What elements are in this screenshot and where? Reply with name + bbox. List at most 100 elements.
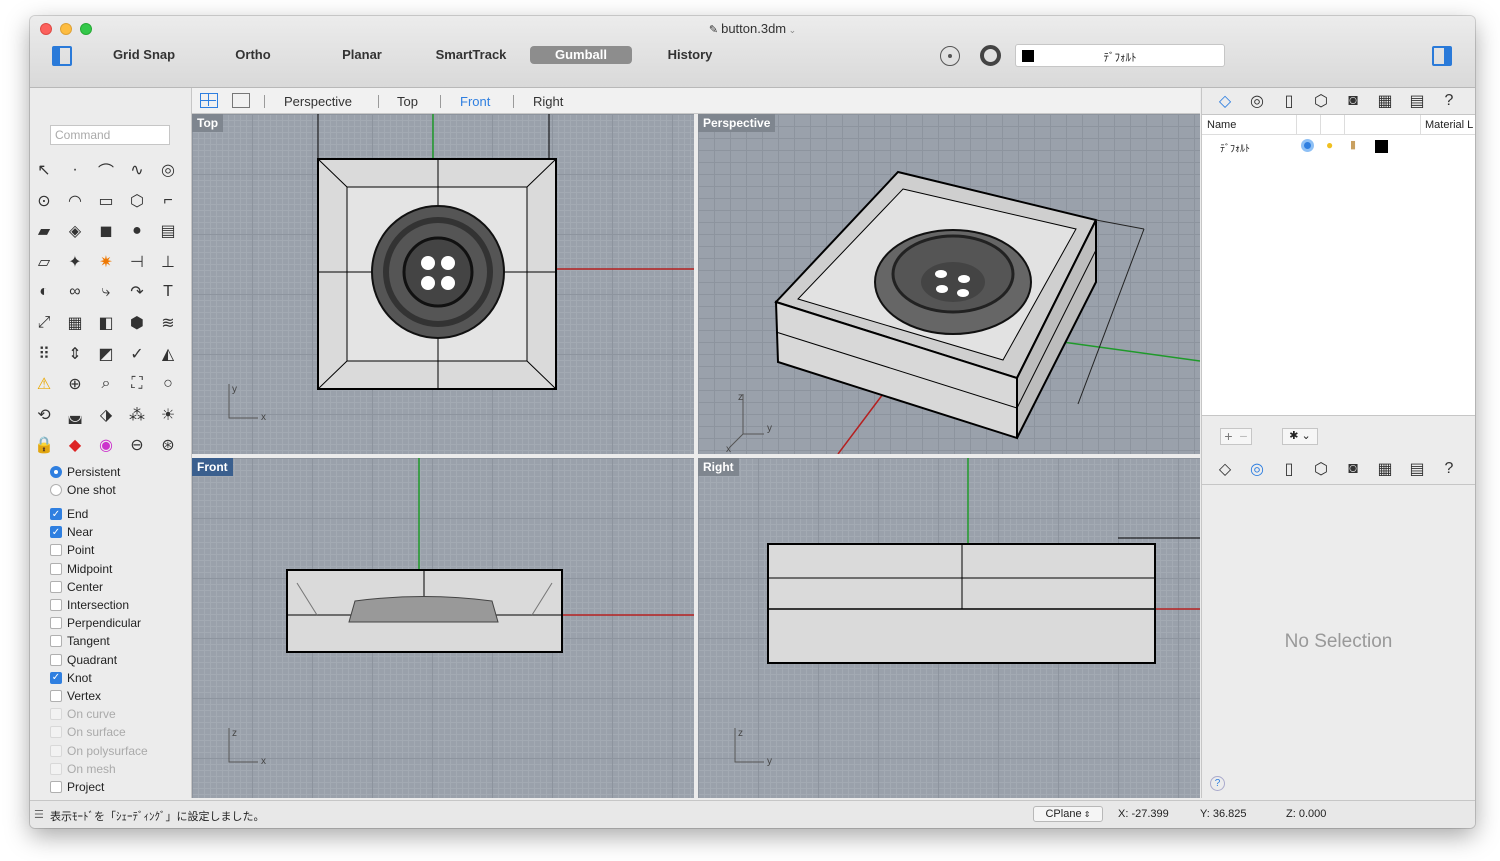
bulb-icon[interactable]: ☀ xyxy=(157,404,179,426)
checkbox[interactable] xyxy=(50,617,62,630)
check-icon[interactable]: ✓ xyxy=(126,343,148,365)
osnap-perpendicular[interactable]: Perpendicular xyxy=(50,615,141,631)
zoom-extents-icon[interactable]: ⛶ xyxy=(126,373,148,395)
layer-name[interactable]: ﾃﾞﾌｫﾙﾄ xyxy=(1220,140,1250,155)
circle-icon[interactable]: ◎ xyxy=(157,159,179,181)
measure-icon[interactable]: ⇕ xyxy=(64,343,86,365)
checkbox[interactable] xyxy=(50,690,62,702)
lightbulb-icon[interactable]: ● xyxy=(1326,138,1333,152)
materials-icon[interactable]: ◎ xyxy=(1246,458,1268,480)
viewport-top[interactable]: y x Top xyxy=(192,114,694,454)
box-icon[interactable]: ◼ xyxy=(95,220,117,242)
checkbox[interactable]: ✓ xyxy=(50,526,62,539)
history-button[interactable]: History xyxy=(639,46,741,64)
add-layer-button[interactable]: + xyxy=(1221,429,1236,444)
pan-icon[interactable]: ⁂ xyxy=(126,404,148,426)
checkbox[interactable] xyxy=(50,653,62,666)
move-icon[interactable]: ⤢ xyxy=(33,312,55,334)
cplane-icon[interactable]: ⬗ xyxy=(95,404,117,426)
radio-button[interactable] xyxy=(50,484,62,496)
gumball-button[interactable]: Gumball xyxy=(530,46,632,64)
scale-icon[interactable]: ◧ xyxy=(95,312,117,334)
document-icon[interactable]: ▯ xyxy=(1278,90,1300,112)
extrude-surface-icon[interactable]: ◈ xyxy=(64,220,86,242)
trim-icon[interactable]: ⊣ xyxy=(126,251,148,273)
array-icon[interactable]: ▦ xyxy=(64,312,86,334)
loft-icon[interactable]: ✦ xyxy=(64,251,86,273)
checkbox[interactable] xyxy=(50,781,62,793)
point-icon[interactable]: · xyxy=(64,159,86,181)
camera-icon[interactable]: ◙ xyxy=(1342,90,1364,112)
osnap-point[interactable]: Point xyxy=(50,542,94,558)
zoom-window-icon[interactable]: ⌕ xyxy=(95,373,117,395)
four-view-layout-icon[interactable] xyxy=(200,93,218,108)
layers-material-header[interactable]: Material L xyxy=(1425,119,1473,131)
tab-top[interactable]: Top xyxy=(397,94,418,109)
help-icon[interactable]: ? xyxy=(1438,90,1460,112)
split-icon[interactable]: ⊥ xyxy=(157,251,179,273)
tab-perspective[interactable]: Perspective xyxy=(284,94,352,109)
osnap-mode-persistent[interactable]: Persistent xyxy=(50,464,120,480)
cylinder-icon[interactable]: ▤ xyxy=(157,220,179,242)
help-icon[interactable]: ? xyxy=(1438,458,1460,480)
document-icon[interactable]: ▯ xyxy=(1278,458,1300,480)
planar-button[interactable]: Planar xyxy=(311,46,413,64)
viewport-front[interactable]: z x Front xyxy=(192,458,694,798)
render-sphere-icon[interactable]: ⊛ xyxy=(157,434,179,456)
command-input[interactable]: Command xyxy=(50,125,170,145)
light-icon[interactable]: ⚠ xyxy=(33,373,55,395)
car-icon[interactable]: ◛ xyxy=(64,404,86,426)
lock-icon[interactable]: 🔒 xyxy=(33,434,55,456)
help-icon[interactable]: ? xyxy=(1210,776,1225,791)
layers-icon[interactable]: ◇ xyxy=(1214,458,1236,480)
rotate-view-icon[interactable]: ⟲ xyxy=(33,404,55,426)
planar-surface-icon[interactable]: ▱ xyxy=(33,251,55,273)
join-icon[interactable]: ∞ xyxy=(64,281,86,303)
boolean-icon[interactable]: ◐ xyxy=(33,281,55,303)
checkbox[interactable] xyxy=(50,544,62,557)
osnap-center[interactable]: Center xyxy=(50,579,103,595)
sphere-icon[interactable]: ● xyxy=(126,220,148,242)
checkbox[interactable]: ✓ xyxy=(50,508,62,520)
extrude-icon[interactable]: ⬢ xyxy=(126,312,148,334)
single-view-layout-icon[interactable] xyxy=(232,93,250,108)
offset-icon[interactable]: ↷ xyxy=(126,281,148,303)
osnap-project[interactable]: Project xyxy=(50,779,104,795)
osnap-intersection[interactable]: Intersection xyxy=(50,597,129,613)
globe-icon[interactable]: ⊖ xyxy=(126,434,148,456)
notes-icon[interactable]: ▤ xyxy=(1406,90,1428,112)
ortho-button[interactable]: Ortho xyxy=(202,46,304,64)
viewport-perspective[interactable]: z y x Perspective xyxy=(698,114,1200,454)
notes-icon[interactable]: ▤ xyxy=(1406,458,1428,480)
analyze-icon[interactable]: ◩ xyxy=(95,343,117,365)
layer-options-button[interactable]: ✱ ⌄ xyxy=(1282,428,1318,445)
curve-icon[interactable]: ∿ xyxy=(126,159,148,181)
arc-icon[interactable]: ◠ xyxy=(64,190,86,212)
hamburger-icon[interactable]: ☰ xyxy=(34,808,44,821)
grid-icon[interactable]: ▦ xyxy=(1374,90,1396,112)
osnap-knot[interactable]: ✓ Knot xyxy=(50,670,92,686)
layer-row[interactable]: ﾃﾞﾌｫﾙﾄ ● ▮ xyxy=(1202,137,1475,155)
osnap-target-icon[interactable] xyxy=(940,46,960,66)
window-title[interactable]: ✎ button.3dm ⌄ xyxy=(30,21,1475,36)
material-icon[interactable]: ◆ xyxy=(64,434,86,456)
layers-icon[interactable]: ◇ xyxy=(1214,90,1236,112)
layers-name-header[interactable]: Name xyxy=(1207,119,1236,131)
checkbox[interactable] xyxy=(50,580,62,593)
osnap-quadrant[interactable]: Quadrant xyxy=(50,652,117,668)
material-ring-icon[interactable] xyxy=(980,45,1001,66)
mesh-icon[interactable]: ◭ xyxy=(157,343,179,365)
object-icon[interactable]: ⬡ xyxy=(1310,458,1332,480)
viewport-label-right[interactable]: Right xyxy=(698,458,739,476)
grid-snap-button[interactable]: Grid Snap xyxy=(93,46,195,64)
osnap-near[interactable]: ✓ Near xyxy=(50,524,93,540)
grid-icon[interactable]: ▦ xyxy=(1374,458,1396,480)
materials-icon[interactable]: ◎ xyxy=(1246,90,1268,112)
viewport-label-top[interactable]: Top xyxy=(192,114,224,132)
checkbox[interactable] xyxy=(50,635,62,648)
viewport-label-perspective[interactable]: Perspective xyxy=(698,114,776,132)
text-icon[interactable]: T xyxy=(157,281,179,303)
cplane-selector[interactable]: CPlane ⇕ xyxy=(1033,806,1103,822)
viewport-right[interactable]: z y Right xyxy=(698,458,1200,798)
ellipse-icon[interactable]: ⊙ xyxy=(33,190,55,212)
